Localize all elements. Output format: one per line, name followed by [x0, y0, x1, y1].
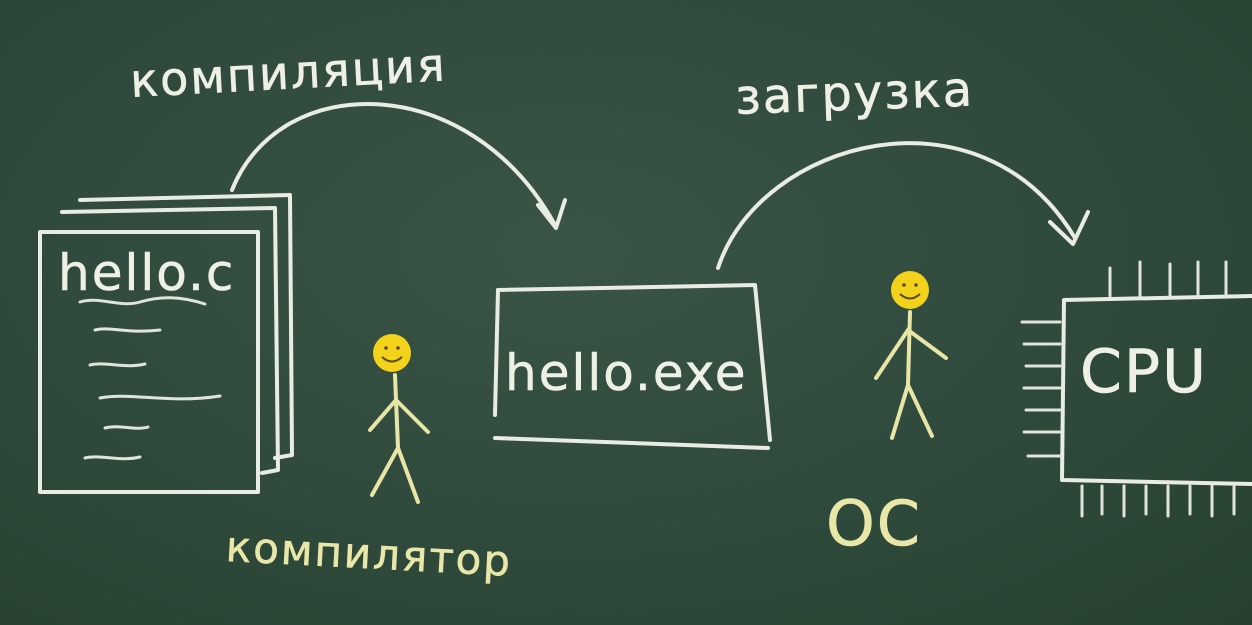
compilation-arrow	[230, 101, 567, 230]
chalkboard-diagram: компиляция hello.c компилятор hello.exe	[0, 0, 1252, 625]
cpu-label: CPU	[1080, 337, 1208, 407]
diagram-canvas: компиляция hello.c компилятор hello.exe	[38, 37, 1252, 586]
compilation-label: компиляция	[129, 37, 448, 107]
os-label: ОС	[826, 487, 922, 560]
executable-label: hello.exe	[505, 344, 748, 402]
compiler-figure-icon	[368, 334, 430, 504]
loading-label: загрузка	[734, 61, 975, 125]
source-file-label: hello.c	[58, 244, 235, 302]
loading-arrow	[716, 141, 1090, 270]
os-figure-icon	[874, 271, 948, 440]
source-file-stack-icon	[38, 193, 294, 494]
compiler-label: компилятор	[225, 522, 514, 586]
